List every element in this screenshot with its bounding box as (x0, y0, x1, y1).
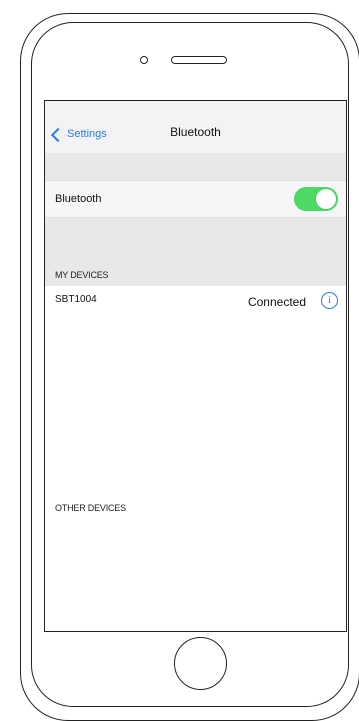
home-button[interactable] (174, 637, 227, 690)
other-devices-header: OTHER DEVICES (55, 503, 126, 513)
camera-icon (140, 56, 148, 64)
info-icon[interactable]: i (321, 292, 338, 309)
screen: Settings Bluetooth Bluetooth MY DEVICES … (44, 100, 347, 632)
list-item[interactable]: SBT1004 Connected i (45, 286, 346, 316)
section-spacer (45, 153, 346, 180)
bluetooth-toggle[interactable] (294, 187, 338, 211)
navigation-bar: Settings Bluetooth (45, 101, 346, 153)
my-devices-header: MY DEVICES (55, 270, 109, 280)
device-status: Connected (247, 295, 306, 309)
speaker-grille (171, 56, 227, 64)
device-name: SBT1004 (55, 294, 97, 305)
page-title: Bluetooth (170, 125, 221, 139)
bluetooth-label: Bluetooth (55, 193, 102, 205)
my-devices-section: MY DEVICES (45, 218, 346, 286)
bluetooth-row: Bluetooth (45, 180, 346, 218)
toggle-knob (316, 189, 336, 209)
